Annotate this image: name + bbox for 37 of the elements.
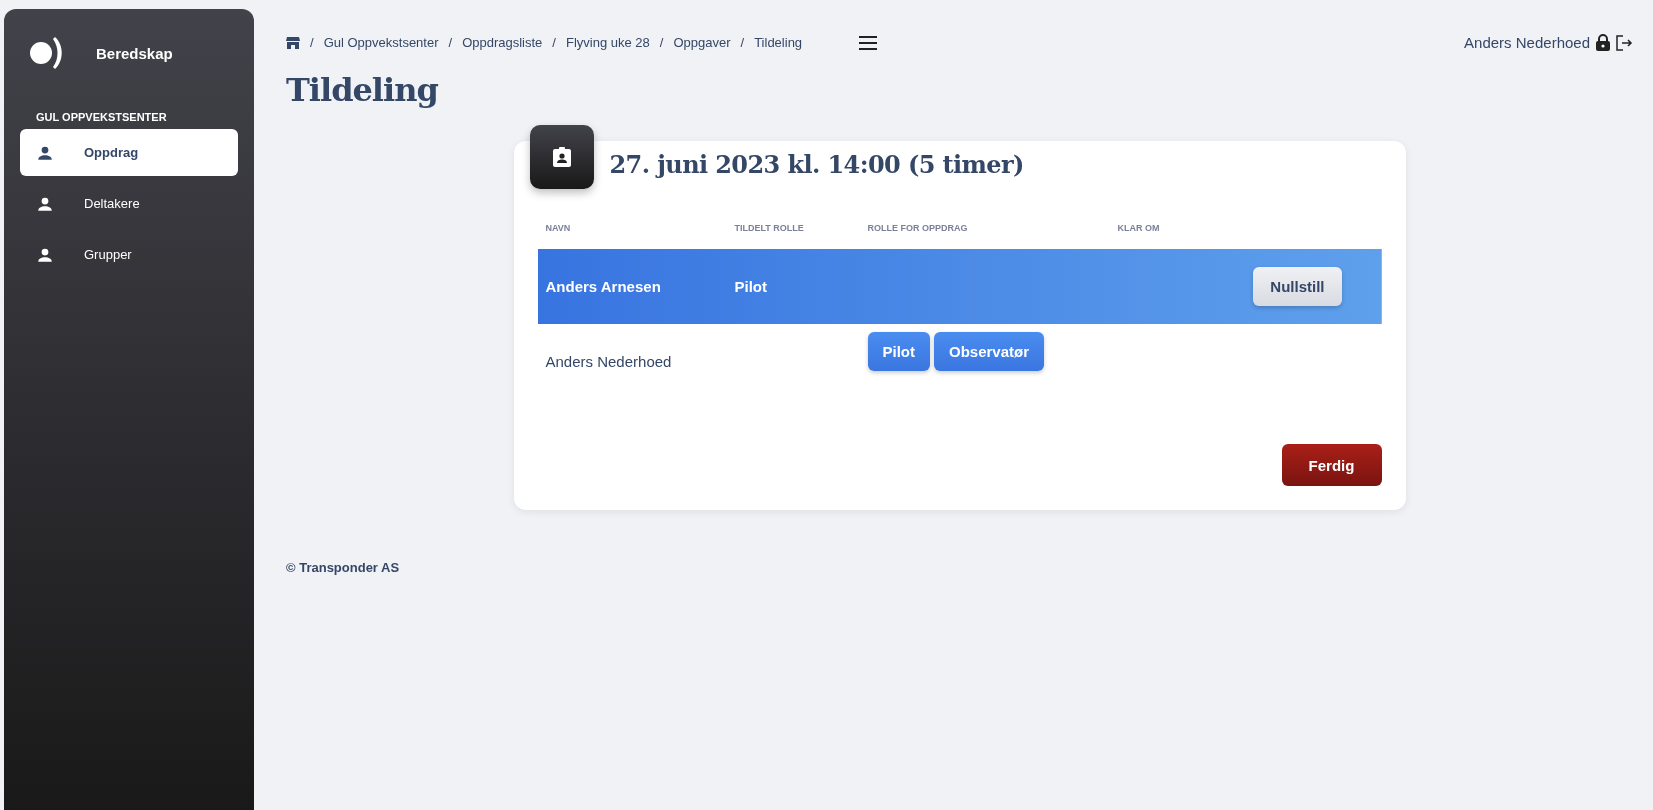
menu-icon <box>858 35 879 50</box>
column-header: KLAR OM <box>1117 223 1160 233</box>
card-title: 27. juni 2023 kl. 14:00 (5 timer) <box>609 149 1024 179</box>
table-row[interactable]: Anders Nederhoed Pilot Observatør <box>537 324 1382 398</box>
menu-button[interactable] <box>858 35 879 50</box>
lock-icon[interactable] <box>1596 34 1610 51</box>
done-button[interactable]: Ferdig <box>1281 444 1382 486</box>
role-button[interactable]: Observatør <box>934 332 1045 371</box>
clipboard-person-icon <box>552 147 571 167</box>
sidebar-item[interactable]: Deltakere <box>20 180 238 227</box>
role-cell: Pilot <box>734 278 767 295</box>
sidebar-item[interactable]: Grupper <box>20 231 238 278</box>
logout-icon[interactable] <box>1616 34 1633 51</box>
breadcrumb-link[interactable]: Tildeling <box>754 35 803 50</box>
breadcrumb-link[interactable]: Oppgaver <box>673 35 731 50</box>
breadcrumb-separator: / <box>740 35 745 50</box>
breadcrumb-separator: / <box>552 35 556 50</box>
breadcrumb-link[interactable]: Gul Oppvekstsenter <box>323 35 439 50</box>
home-icon[interactable] <box>286 36 300 49</box>
role-button[interactable]: Pilot <box>867 332 930 371</box>
breadcrumb-separator: / <box>659 35 664 50</box>
column-header: TILDELT ROLLE <box>734 223 804 233</box>
app-name: Beredskap <box>96 44 173 62</box>
page-title: Tildeling <box>286 71 439 109</box>
sidebar-item[interactable]: Oppdrag <box>20 129 238 176</box>
name-cell: Anders Arnesen <box>545 278 661 295</box>
copyright-text: © Transponder AS <box>286 560 401 575</box>
breadcrumb-link[interactable]: Flyving uke 28 <box>566 35 650 50</box>
column-header: ROLLE FOR OPPDRAG <box>867 223 968 233</box>
name-cell: Anders Nederhoed <box>545 352 672 370</box>
user-name: Anders Nederhoed <box>1464 34 1590 51</box>
sidebar-section-title: GUL OPPVEKSTSENTER <box>35 110 168 125</box>
reset-button[interactable]: Nullstill <box>1253 267 1342 306</box>
column-header: NAVN <box>545 223 571 233</box>
breadcrumb-separator: / <box>448 35 453 50</box>
breadcrumb-separator: / <box>310 35 314 50</box>
breadcrumb-link[interactable]: Oppdragsliste <box>462 35 543 50</box>
